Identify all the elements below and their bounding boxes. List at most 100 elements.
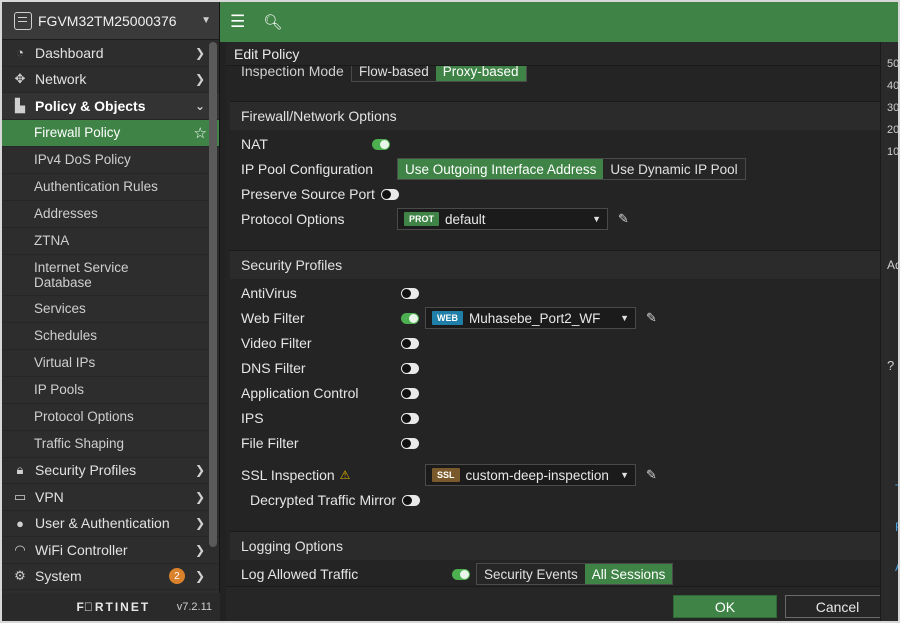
fortinet-logo: F⃞RTINET (76, 600, 151, 614)
web-filter-toggle[interactable] (401, 312, 419, 324)
video-filter-toggle[interactable] (401, 337, 419, 349)
edit-pencil-icon[interactable]: ✎ (618, 211, 629, 227)
chevron-down-icon: ⌄ (194, 98, 205, 113)
log-allowed-traffic-label: Log Allowed Traffic (241, 566, 359, 582)
cancel-button[interactable]: Cancel (785, 595, 890, 618)
nav-menu: ◔ Dashboard ❯ ✥ Network ❯ ▙ Policy & Obj… (2, 40, 219, 590)
preserve-source-port-row: Preserve Source Port (241, 183, 399, 205)
antivirus-toggle[interactable] (401, 287, 419, 299)
edit-pencil-icon[interactable]: ✎ (646, 310, 657, 326)
use-outgoing-interface-option[interactable]: Use Outgoing Interface Address (398, 159, 604, 179)
sidebar-item-label: Traffic Shaping (34, 436, 125, 451)
ssl-inspection-control: SSL custom-deep-inspection ▼ ✎ (425, 464, 657, 486)
sidebar-item-network[interactable]: ✥ Network ❯ (2, 67, 219, 93)
preserve-source-port-toggle[interactable] (380, 188, 399, 200)
sidebar-item-label: Addresses (34, 206, 98, 221)
caret-down-icon: ▼ (201, 15, 211, 26)
protocol-options-dropdown[interactable]: PROT default ▼ (397, 208, 608, 230)
sidebar-item-services[interactable]: Services (2, 296, 219, 323)
sidebar-item-traffic-shaping[interactable]: Traffic Shaping (2, 431, 219, 458)
protocol-options-control: PROT default ▼ ✎ (397, 208, 629, 230)
panel-link[interactable]: T (895, 482, 898, 496)
proxy-based-option[interactable]: Proxy-based (435, 66, 526, 81)
all-sessions-option[interactable]: All Sessions (584, 564, 673, 584)
file-filter-toggle[interactable] (401, 437, 419, 449)
caret-down-icon: ▼ (620, 470, 629, 480)
nat-row-control (372, 133, 390, 155)
caret-down-icon: ▼ (620, 313, 629, 323)
logging-options-header: Logging Options (230, 531, 880, 560)
star-icon[interactable]: ☆ (194, 124, 207, 142)
edit-pencil-icon[interactable]: ✎ (646, 467, 657, 483)
version-label: v7.2.11 (176, 601, 212, 613)
chevron-right-icon: ❯ (194, 489, 205, 504)
sidebar-item-label: Security Profiles (35, 462, 137, 479)
sidebar-item-ip-pools[interactable]: IP Pools (2, 377, 219, 404)
sidebar-item-security-profiles[interactable]: 🔒︎ Security Profiles ❯ (2, 458, 219, 484)
flow-based-option[interactable]: Flow-based (352, 66, 436, 81)
sidebar-item-dashboard[interactable]: ◔ Dashboard ❯ (2, 40, 219, 67)
sidebar-item-firewall-policy[interactable]: Firewall Policy ☆ (2, 119, 219, 147)
web-tag: WEB (432, 311, 463, 325)
sidebar-item-wifi-controller[interactable]: ◠ WiFi Controller ❯ (2, 537, 219, 564)
chevron-right-icon: ❯ (194, 45, 205, 60)
sidebar-item-ipv4-dos-policy[interactable]: IPv4 DoS Policy (2, 147, 219, 174)
sidebar-item-label: Virtual IPs (34, 355, 96, 370)
help-icon[interactable]: ? (887, 358, 894, 373)
sidebar-item-vpn[interactable]: ▭ VPN ❯ (2, 484, 219, 511)
sidebar-item-policy-objects[interactable]: ▙ Policy & Objects ⌄ (2, 93, 219, 120)
sidebar-item-label: WiFi Controller (35, 541, 128, 558)
video-filter-label: Video Filter (241, 335, 312, 351)
panel-link[interactable]: A (895, 560, 898, 574)
device-name: FGVM32TM25000376 (38, 12, 177, 29)
firewall-network-options-header: Firewall/Network Options (230, 101, 880, 130)
ssl-inspection-dropdown[interactable]: SSL custom-deep-inspection ▼ (425, 464, 636, 486)
decrypted-traffic-mirror-row: Decrypted Traffic Mirror (250, 489, 420, 511)
sidebar-footer: F⃞RTINET v7.2.11 (2, 593, 220, 621)
decrypted-traffic-mirror-toggle[interactable] (402, 494, 420, 506)
prot-tag: PROT (404, 212, 440, 226)
device-selector[interactable]: FGVM32TM25000376 ▼ (2, 2, 219, 40)
sidebar-item-system[interactable]: ⚙ System 2 ❯ (2, 564, 219, 590)
window-frame: FGVM32TM25000376 ▼ ◔ Dashboard ❯ ✥ Netwo… (0, 0, 900, 623)
top-bar: ☰ 🔍︎ (220, 2, 898, 42)
ssl-tag: SSL (432, 468, 460, 482)
sidebar-item-label: Internet Service Database (34, 259, 129, 290)
edit-policy-dialog: Edit Policy Inspection Mode Flow-based P… (226, 42, 890, 621)
sidebar-item-label: Schedules (34, 328, 98, 343)
panel-link[interactable]: F (895, 520, 898, 534)
panel-tick: 40 (887, 80, 900, 92)
warning-icon: ⚠ (339, 468, 351, 482)
nat-label: NAT (241, 136, 268, 152)
sidebar-item-authentication-rules[interactable]: Authentication Rules (2, 174, 219, 201)
right-side-panel: 50 40 30 20 10 Ad ? T F A (880, 42, 900, 621)
menu-icon[interactable]: ☰ (230, 12, 245, 32)
notification-badge: 2 (168, 568, 185, 585)
sidebar-item-schedules[interactable]: Schedules (2, 323, 219, 350)
application-control-toggle[interactable] (401, 387, 419, 399)
sidebar-item-addresses[interactable]: Addresses (2, 201, 219, 228)
web-filter-label: Web Filter (241, 310, 305, 326)
caret-down-icon: ▼ (592, 214, 601, 224)
use-dynamic-ip-pool-option[interactable]: Use Dynamic IP Pool (603, 159, 745, 179)
dialog-footer: OK Cancel (226, 586, 890, 621)
sidebar-scrollbar[interactable] (209, 42, 217, 547)
sidebar: FGVM32TM25000376 ▼ ◔ Dashboard ❯ ✥ Netwo… (2, 2, 220, 621)
search-icon[interactable]: 🔍︎ (263, 13, 282, 31)
sidebar-item-protocol-options[interactable]: Protocol Options (2, 404, 219, 431)
sidebar-item-ztna[interactable]: ZTNA (2, 228, 219, 255)
sidebar-item-user-authentication[interactable]: ● User & Authentication ❯ (2, 511, 219, 537)
file-filter-label: File Filter (241, 435, 299, 451)
ssl-inspection-row: SSL Inspection ⚠ (241, 464, 350, 486)
ips-toggle[interactable] (401, 412, 419, 424)
log-allowed-traffic-toggle[interactable] (452, 568, 470, 580)
web-filter-dropdown[interactable]: WEB Muhasebe_Port2_WF ▼ (425, 307, 636, 329)
dns-filter-toggle[interactable] (401, 362, 419, 374)
ok-button[interactable]: OK (673, 595, 777, 618)
sidebar-item-internet-service-database[interactable]: Internet Service Database (2, 255, 219, 296)
sidebar-item-virtual-ips[interactable]: Virtual IPs (2, 350, 219, 377)
sidebar-item-label: Services (34, 301, 86, 316)
nat-toggle[interactable] (372, 138, 390, 150)
log-allowed-traffic-control: Security Events All Sessions (452, 563, 674, 585)
security-events-option[interactable]: Security Events (477, 564, 585, 584)
